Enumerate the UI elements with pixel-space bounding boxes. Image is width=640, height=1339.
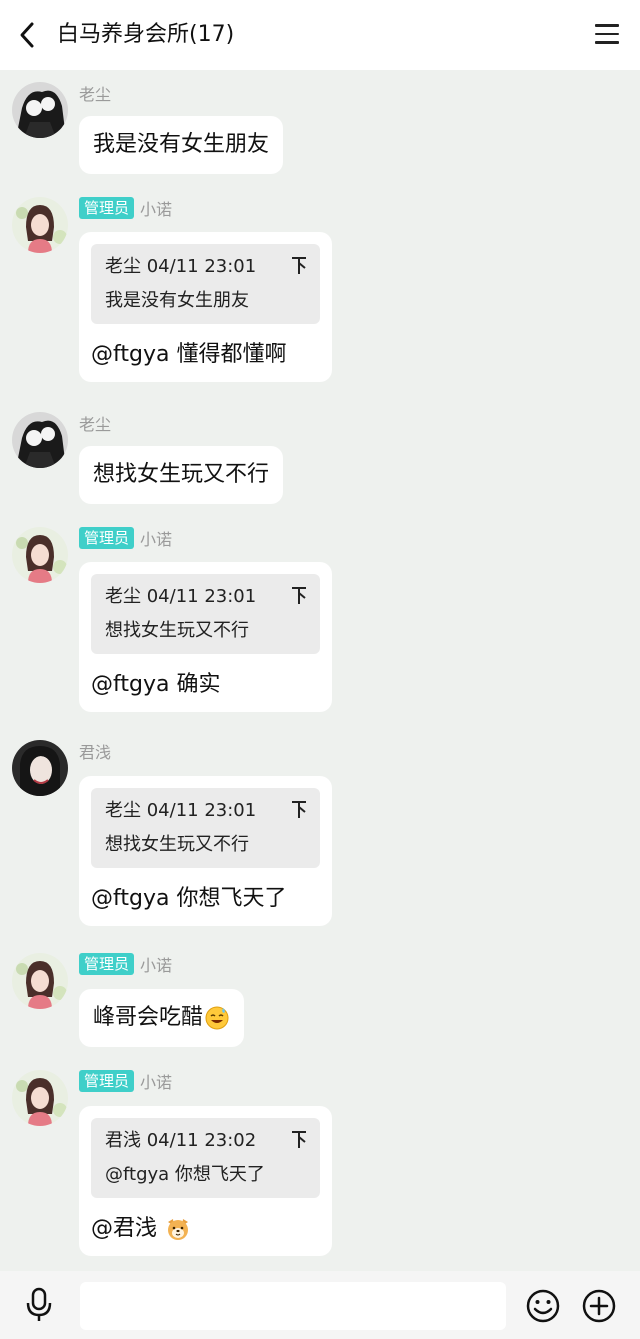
pin-icon xyxy=(292,801,306,818)
avatar-xiaonuo[interactable] xyxy=(12,527,68,583)
avatar-laochen[interactable] xyxy=(12,412,68,468)
sender-name: 老尘 xyxy=(79,85,112,104)
message-bubble[interactable]: 想找女生玩又不行 xyxy=(79,446,284,504)
message-text: @ftgya 确实 xyxy=(91,672,221,697)
message-text: 峰哥会吃醋 xyxy=(93,1005,204,1030)
input-bar xyxy=(0,1271,640,1339)
sender-name: 小诺 xyxy=(140,200,173,219)
emoji-icon xyxy=(526,1289,560,1323)
chevron-left-icon xyxy=(20,22,34,48)
sender-name: 小诺 xyxy=(140,956,173,975)
microphone-icon xyxy=(26,1287,52,1321)
message-bubble[interactable]: 老尘 04/11 23:01 想找女生玩又不行 @ftgya 确实 xyxy=(79,562,332,712)
message-list[interactable]: 老尘 我是没有女生朋友 管理员 小诺 老尘 04/11 23:01 我是没有女生… xyxy=(0,70,640,1270)
dog-face-emoji-icon xyxy=(168,1219,189,1240)
admin-badge: 管理员 xyxy=(79,527,135,549)
sender-name: 老尘 xyxy=(79,415,112,434)
quote-header: 老尘 04/11 23:01 xyxy=(105,800,257,821)
quote-text: 想找女生玩又不行 xyxy=(105,834,249,855)
voice-button[interactable] xyxy=(22,1287,56,1323)
admin-badge: 管理员 xyxy=(79,197,135,219)
message-bubble[interactable]: 我是没有女生朋友 xyxy=(79,116,284,174)
back-button[interactable] xyxy=(10,16,48,54)
avatar-xiaonuo[interactable] xyxy=(12,197,68,253)
chat-header: 白马养身会所(17) xyxy=(0,0,640,70)
more-button[interactable] xyxy=(581,1288,617,1324)
message-text: @ftgya 你想飞天了 xyxy=(91,886,287,911)
quoted-message[interactable]: 君浅 04/11 23:02 @ftgya 你想飞天了 xyxy=(91,1118,320,1198)
quote-text: @ftgya 你想飞天了 xyxy=(105,1164,265,1185)
pin-icon xyxy=(292,587,306,604)
message-text: 想找女生玩又不行 xyxy=(93,462,270,487)
message-text: @君浅 xyxy=(91,1216,158,1241)
grinning-sweat-emoji-icon xyxy=(205,1006,229,1030)
pin-icon xyxy=(292,1131,306,1148)
quote-header: 老尘 04/11 23:01 xyxy=(105,586,257,607)
message-bubble[interactable]: 老尘 04/11 23:01 我是没有女生朋友 @ftgya 懂得都懂啊 xyxy=(79,232,332,382)
menu-button[interactable] xyxy=(592,18,622,52)
chat-title: 白马养身会所(17) xyxy=(57,22,235,47)
message-input[interactable] xyxy=(80,1282,506,1330)
quoted-message[interactable]: 老尘 04/11 23:01 想找女生玩又不行 xyxy=(91,574,320,654)
avatar-junqian[interactable] xyxy=(12,740,68,796)
admin-badge: 管理员 xyxy=(79,1070,135,1092)
message-text: 我是没有女生朋友 xyxy=(93,132,270,157)
emoji-button[interactable] xyxy=(525,1288,561,1324)
pin-icon xyxy=(292,257,306,274)
sender-name: 小诺 xyxy=(140,1073,173,1092)
quote-text: 想找女生玩又不行 xyxy=(105,620,249,641)
quote-header: 君浅 04/11 23:02 xyxy=(105,1130,257,1151)
message-bubble[interactable]: 老尘 04/11 23:01 想找女生玩又不行 @ftgya 你想飞天了 xyxy=(79,776,332,926)
message-text: @ftgya 懂得都懂啊 xyxy=(91,342,287,367)
message-bubble[interactable]: 君浅 04/11 23:02 @ftgya 你想飞天了 @君浅 xyxy=(79,1106,332,1256)
quoted-message[interactable]: 老尘 04/11 23:01 我是没有女生朋友 xyxy=(91,244,320,324)
sender-name: 君浅 xyxy=(79,743,112,762)
admin-badge: 管理员 xyxy=(79,953,135,975)
avatar-laochen[interactable] xyxy=(12,82,68,138)
sender-name: 小诺 xyxy=(140,530,173,549)
message-bubble[interactable]: 峰哥会吃醋 xyxy=(79,989,245,1047)
menu-icon xyxy=(595,24,619,27)
avatar-xiaonuo[interactable] xyxy=(12,953,68,1009)
quoted-message[interactable]: 老尘 04/11 23:01 想找女生玩又不行 xyxy=(91,788,320,868)
quote-text: 我是没有女生朋友 xyxy=(105,290,249,311)
plus-icon xyxy=(582,1289,616,1323)
quote-header: 老尘 04/11 23:01 xyxy=(105,256,257,277)
avatar-xiaonuo[interactable] xyxy=(12,1070,68,1126)
